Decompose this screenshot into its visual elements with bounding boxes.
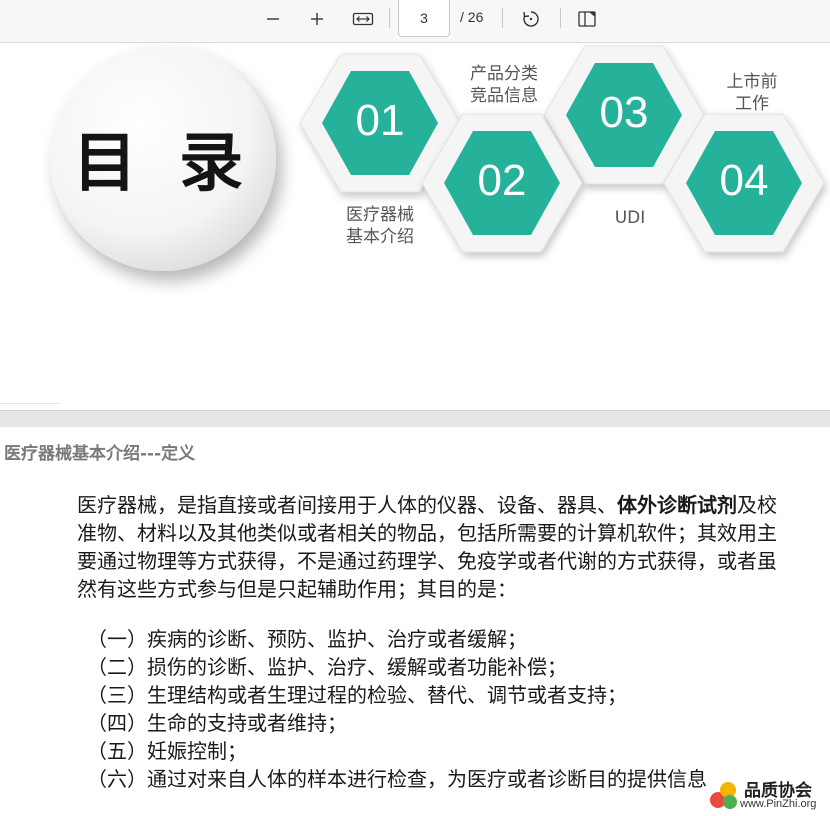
list-item: （二）损伤的诊断、监护、治疗、缓解或者功能补偿；	[87, 655, 567, 679]
toolbar-separator	[560, 8, 561, 28]
watermark: 品质协会 www.PinZhi.org	[704, 770, 830, 816]
hex-number-01: 01	[355, 96, 405, 145]
fit-width-button[interactable]	[348, 5, 378, 33]
slide-definition: 医疗器械基本介绍---定义 医疗器械，是指直接或者间接用于人体的仪器、设备、器具…	[0, 427, 830, 816]
hex-number-02: 02	[477, 156, 527, 205]
minus-icon	[267, 18, 279, 20]
zoom-in-button[interactable]	[302, 5, 332, 33]
watermark-logo-icon	[710, 782, 737, 809]
slide-title: 医疗器械基本介绍---定义	[4, 444, 196, 464]
zoom-out-button[interactable]	[258, 5, 288, 33]
pdf-toolbar: 3 / 26	[0, 0, 830, 43]
definition-paragraph: 医疗器械，是指直接或者间接用于人体的仪器、设备、器具、体外诊断试剂及校准物、材料…	[77, 491, 777, 603]
rotate-button[interactable]	[516, 5, 546, 33]
two-page-view-icon	[578, 11, 596, 27]
definition-text-bold: 体外诊断试剂	[617, 493, 737, 517]
item-label-04: 上市前 工作	[726, 72, 778, 114]
item-label-01: 医疗器械 基本介绍	[346, 205, 414, 247]
slide-divider	[0, 403, 60, 404]
toolbar-separator	[502, 8, 503, 28]
list-item: （四）生命的支持或者维持；	[87, 711, 347, 735]
purpose-list: （一）疾病的诊断、预防、监护、治疗或者缓解； （二）损伤的诊断、监护、治疗、缓解…	[87, 625, 787, 793]
fit-width-icon	[352, 12, 374, 26]
hex-number-04: 04	[719, 156, 769, 205]
page-number-input[interactable]: 3	[398, 0, 450, 37]
list-item: （一）疾病的诊断、预防、监护、治疗或者缓解；	[87, 627, 527, 651]
page-separator	[0, 410, 830, 428]
list-item: （五）妊娠控制；	[87, 739, 247, 763]
item-label-03: UDI	[614, 208, 646, 228]
watermark-url: www.PinZhi.org	[740, 798, 817, 810]
page-view-button[interactable]	[572, 5, 602, 33]
toolbar-separator	[389, 8, 390, 28]
item-label-02: 产品分类 竞品信息	[470, 64, 538, 106]
rotate-icon	[523, 11, 539, 27]
list-item: （三）生理结构或者生理过程的检验、替代、调节或者支持；	[87, 683, 627, 707]
plus-icon	[311, 13, 323, 25]
hex-number-03: 03	[599, 88, 649, 137]
definition-text-start: 医疗器械，是指直接或者间接用于人体的仪器、设备、器具、	[77, 493, 617, 517]
slide-contents: 目 录 01 02 03 04 医疗器械 基本介绍 产品分类 竞品信息 UDI …	[0, 43, 830, 408]
list-item: （六）通过对来自人体的样本进行检查，为医疗或者诊断目的提供信息	[87, 767, 707, 791]
page-total-label: / 26	[460, 9, 484, 25]
